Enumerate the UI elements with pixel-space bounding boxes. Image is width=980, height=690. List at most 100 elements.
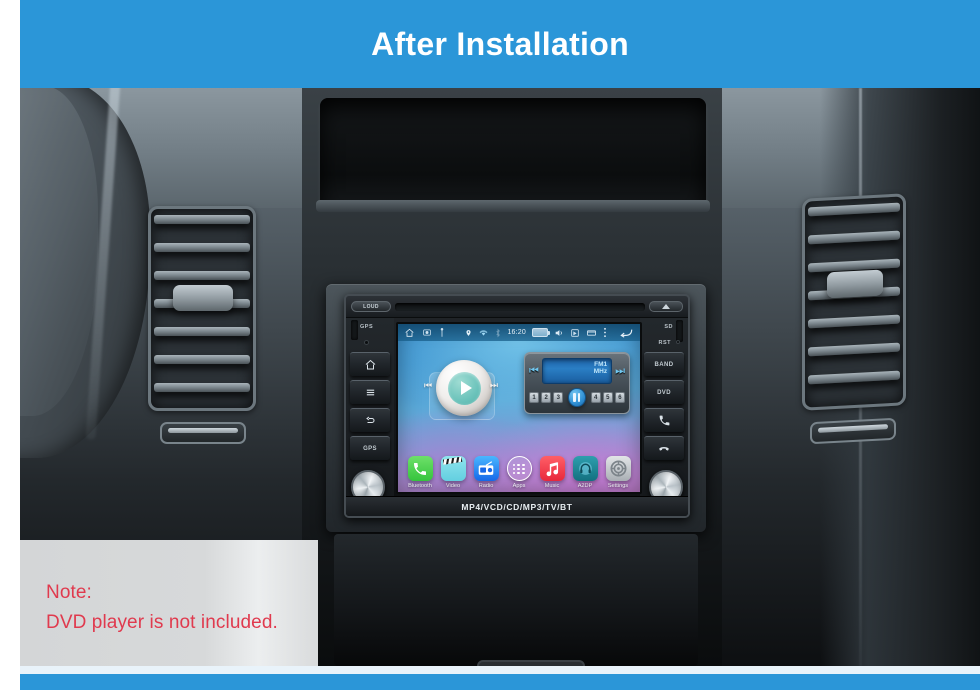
bottom-blue-strip [20, 674, 980, 690]
phone-icon [659, 415, 669, 426]
app-icon-bluetooth [407, 456, 433, 481]
play-icon [460, 381, 472, 395]
vent-louver [808, 230, 900, 245]
bluetooth-icon [495, 328, 501, 338]
dvd-button-label: DVD [657, 389, 671, 396]
radio-display: FM1 MHz [541, 358, 613, 384]
pause-icon [573, 393, 576, 402]
vent-louver [808, 342, 900, 357]
phone-hangup-icon [659, 446, 669, 450]
page-gutter-left [0, 88, 20, 690]
status-bar-clock: 16:20 [507, 329, 526, 336]
next-track-icon[interactable]: ⏭ [490, 380, 498, 391]
app-apps[interactable]: Apps [506, 456, 533, 489]
app-label-settings: Settings [607, 483, 629, 489]
app-music[interactable]: Music [539, 456, 566, 489]
clapperboard-icon [442, 457, 462, 465]
loud-button[interactable]: LOUD [351, 301, 391, 312]
gps-button[interactable]: GPS [350, 436, 390, 460]
android-status-bar: 16:20 [398, 324, 640, 341]
radio-preset-1[interactable]: 1 [529, 392, 540, 403]
gps-slot-label: GPS [360, 324, 374, 330]
console-shelf-lip [316, 200, 710, 212]
radio-icon [478, 460, 494, 475]
media-widget-dial[interactable] [436, 360, 492, 416]
car-head-unit: LOUD GPS GPS SD RST BAND DVD 16:20 ⏮ ⏭ ⏮… [344, 294, 690, 518]
seek-down-icon[interactable]: ⏮ [529, 365, 539, 378]
app-icon-video [440, 456, 466, 481]
dvd-button[interactable]: DVD [644, 380, 684, 404]
overflow-menu-icon[interactable] [603, 327, 607, 338]
radio-widget[interactable]: ⏮ FM1 MHz ⏭ 1 2 3 4 5 6 [524, 352, 630, 414]
app-icon-apps [506, 456, 532, 481]
app-settings[interactable]: Settings [605, 456, 632, 489]
radio-preset-5[interactable]: 5 [602, 392, 613, 403]
status-bar-left-group [404, 327, 445, 338]
app-icon-music [539, 456, 565, 481]
app-icon-a2dp [572, 456, 598, 481]
screenshot-icon[interactable] [422, 328, 432, 337]
vent-louver [154, 327, 250, 336]
head-unit-right-rail: SD RST BAND DVD TUNE/MUTE [640, 318, 688, 516]
call-end-button[interactable] [644, 436, 684, 460]
media-play-button[interactable] [447, 371, 481, 405]
sd-card-icon [570, 328, 580, 338]
reset-pinhole[interactable] [676, 340, 680, 344]
menu-button[interactable] [350, 380, 390, 404]
console-upper-shelf [320, 98, 706, 208]
installation-photo: LOUD GPS GPS SD RST BAND DVD 16:20 ⏮ ⏭ ⏮… [20, 88, 980, 666]
bottom-light-strip [20, 666, 980, 674]
microphone-hole [364, 340, 369, 345]
window-icon[interactable] [586, 329, 597, 337]
app-radio[interactable]: Radio [473, 456, 500, 489]
eject-icon [662, 304, 670, 309]
app-video[interactable]: Video [440, 456, 467, 489]
note-heading: Note: [46, 582, 92, 603]
app-label-apps: Apps [512, 483, 526, 489]
app-a2dp[interactable]: A2DP [572, 456, 599, 489]
previous-track-icon[interactable]: ⏮ [424, 380, 432, 391]
home-icon [365, 359, 375, 369]
vent-louver [808, 202, 900, 217]
back-arrow-icon[interactable] [619, 327, 634, 338]
media-player-widget[interactable]: ⏮ ⏭ [424, 354, 498, 426]
radio-pause-button[interactable] [568, 388, 586, 407]
pause-icon [577, 393, 581, 402]
radio-preset-6[interactable]: 6 [614, 392, 625, 403]
seek-up-icon[interactable]: ⏭ [615, 365, 625, 378]
eject-button[interactable] [649, 301, 683, 312]
gps-card-slot[interactable] [351, 320, 358, 340]
vent-louver [808, 370, 900, 385]
radio-preset-4[interactable]: 4 [590, 392, 601, 403]
call-answer-button[interactable] [644, 408, 684, 432]
headphone-icon [578, 462, 592, 475]
sd-card-slot[interactable] [676, 320, 683, 342]
music-note-icon [546, 461, 559, 476]
vent-direction-knob[interactable] [173, 285, 233, 311]
radio-preset-2[interactable]: 2 [541, 392, 552, 403]
note-text: DVD player is not included. [46, 612, 278, 633]
home-icon[interactable] [404, 328, 415, 338]
wifi-icon [478, 328, 489, 337]
phone-icon [414, 462, 426, 475]
disc-slot[interactable] [395, 302, 645, 311]
reset-label: RST [658, 340, 671, 346]
home-button[interactable] [350, 352, 390, 376]
note-box: Note: DVD player is not included. [20, 540, 318, 666]
gps-button-label: GPS [363, 445, 377, 452]
volume-icon[interactable] [554, 328, 564, 338]
header-banner: After Installation [20, 0, 980, 88]
app-bluetooth[interactable]: Bluetooth [407, 456, 434, 489]
vent-direction-knob[interactable] [826, 269, 884, 299]
band-button[interactable]: BAND [644, 352, 684, 376]
back-button[interactable] [350, 408, 390, 432]
vent-airflow-slider-left[interactable] [160, 422, 246, 444]
radio-tuner-row: ⏮ FM1 MHz ⏭ [529, 357, 625, 385]
head-unit-caption: MP4/VCD/CD/MP3/TV/BT [346, 496, 688, 516]
location-pin-icon [465, 328, 472, 338]
radio-preset-3[interactable]: 3 [553, 392, 564, 403]
vent-airflow-slider-right[interactable] [810, 417, 896, 445]
air-vent-right [802, 193, 906, 411]
head-unit-touchscreen[interactable]: 16:20 ⏮ ⏭ ⏮ FM1 MHz ⏭ 1 2 3 4 5 6 Blueto… [396, 322, 642, 494]
lower-console-panel [334, 534, 698, 666]
